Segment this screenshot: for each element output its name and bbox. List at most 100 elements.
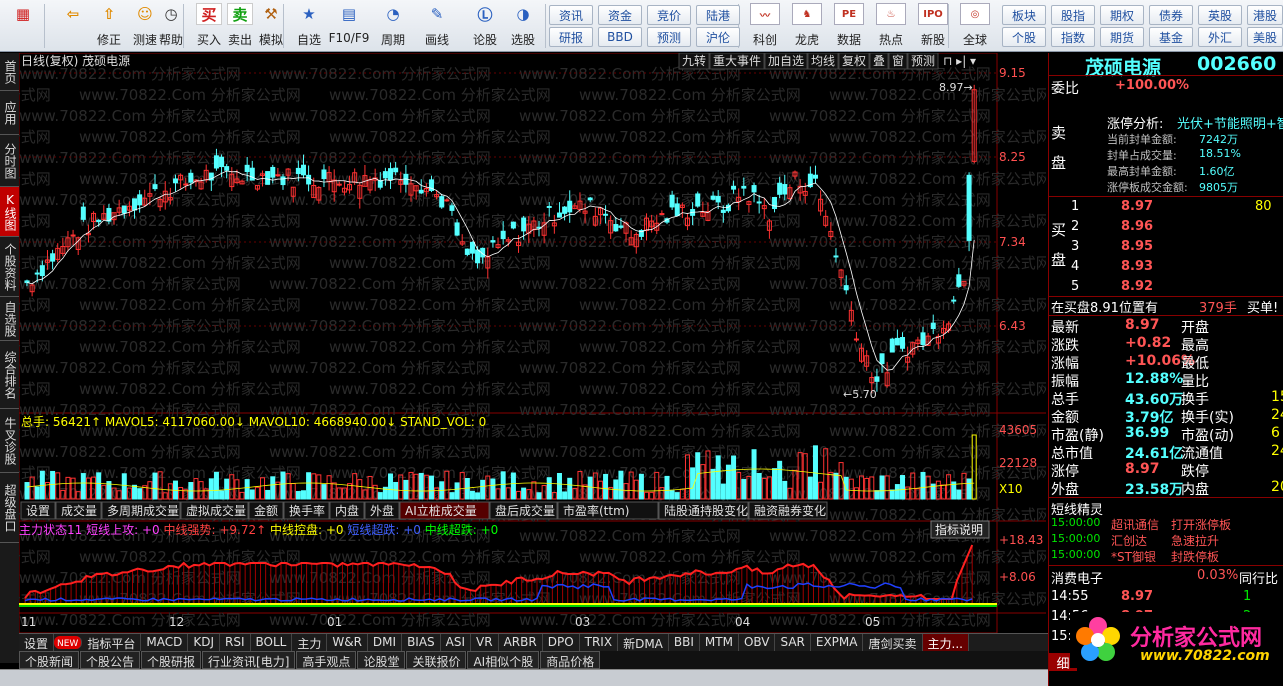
toolbar-btn-数据[interactable]: PE 数据	[830, 3, 868, 49]
chart-btn-重大事件[interactable]: 重大事件	[709, 52, 765, 70]
vol-tab-多周期成交量[interactable]: 多周期成交量	[101, 501, 181, 520]
chart-btn-均线[interactable]: 均线	[807, 52, 839, 70]
toolbar-btn-周期[interactable]: ◔ 周期	[375, 3, 411, 49]
nav-超级盘口[interactable]: 超级盘口	[0, 473, 19, 543]
info-tab-个股公告[interactable]: 个股公告	[80, 651, 141, 669]
nav-综合排名[interactable]: 综合排名	[0, 341, 19, 409]
indicator-tab-VR[interactable]: VR	[471, 634, 499, 652]
indicator-tab-EXPMA[interactable]: EXPMA	[811, 634, 864, 652]
indicator-tab-BOLL[interactable]: BOLL	[251, 634, 293, 652]
toolbar-btn-选股[interactable]: ◑ 选股	[505, 3, 541, 49]
info-tab-商品价格[interactable]: 商品价格	[540, 651, 601, 669]
quick-btn[interactable]: 外汇	[1198, 27, 1242, 47]
quick-btn[interactable]: 美股	[1247, 27, 1283, 47]
indicator-tab-SAR[interactable]: SAR	[775, 634, 811, 652]
toolbar-btn-全球[interactable]: ◎ 全球	[956, 3, 994, 49]
quick-btn[interactable]: 竞价	[647, 5, 691, 25]
quick-btn[interactable]: 英股	[1198, 5, 1242, 25]
info-tab-个股新闻[interactable]: 个股新闻	[19, 651, 80, 669]
quick-btn[interactable]: 期货	[1100, 27, 1144, 47]
quick-btn[interactable]: 债券	[1149, 5, 1193, 25]
quick-btn[interactable]: 个股	[1002, 27, 1046, 47]
info-tab-论股堂[interactable]: 论股堂	[357, 651, 406, 669]
quick-btn[interactable]: 指数	[1051, 27, 1095, 47]
info-tab-个股研报[interactable]: 个股研报	[141, 651, 202, 669]
info-tab-行业资讯[电力][interactable]: 行业资讯[电力]	[202, 651, 296, 669]
indicator-tab-TRIX[interactable]: TRIX	[580, 634, 619, 652]
kline-chart-svg[interactable]: www.70822.Com 分析家公式网 www.70822.Com 分析家公式网…	[0, 52, 1051, 634]
indicator-tab-主力...[interactable]: 主力...	[922, 634, 969, 652]
indicator-tab-主力[interactable]: 主力	[292, 634, 328, 652]
indicator-tab-RSI[interactable]: RSI	[220, 634, 251, 652]
vol-tab-外盘[interactable]: 外盘	[364, 501, 400, 520]
indicator-help-button[interactable]: 指标说明	[930, 520, 990, 539]
quick-btn[interactable]: 研报	[549, 27, 593, 47]
quick-btn[interactable]: 板块	[1002, 5, 1046, 25]
quick-btn[interactable]: 期权	[1100, 5, 1144, 25]
indicator-tab-指标平台[interactable]: 指标平台	[82, 634, 142, 652]
toolbar-btn-论股[interactable]: Ⓛ 论股	[467, 3, 503, 49]
nav-K线图[interactable]: K线图	[0, 187, 19, 237]
nav-应用[interactable]: 应用	[0, 91, 19, 135]
quick-btn[interactable]: 股指	[1051, 5, 1095, 25]
toolbar-btn-画线[interactable]: ✎ 画线	[419, 3, 455, 49]
toolbar-btn-科创[interactable]: 〰科创	[746, 3, 784, 49]
nav-牛叉诊股[interactable]: 牛叉诊股	[0, 409, 19, 473]
chart-area[interactable]: www.70822.Com 分析家公式网 www.70822.Com 分析家公式网…	[0, 52, 1051, 634]
indicator-tab-DMI[interactable]: DMI	[368, 634, 403, 652]
vol-tab-AI立桩成交量[interactable]: AI立桩成交量	[399, 501, 490, 520]
vol-tab-陆股通持股变化[interactable]: 陆股通持股变化	[658, 501, 749, 520]
vol-tab-内盘[interactable]: 内盘	[329, 501, 365, 520]
toolbar-btn-自选[interactable]: ★ 自选	[291, 3, 327, 49]
info-tab-高手观点[interactable]: 高手观点	[296, 651, 357, 669]
chart-btn-复权[interactable]: 复权	[838, 52, 870, 70]
indicator-tab-新DMA[interactable]: 新DMA	[618, 634, 669, 652]
nav-首页[interactable]: 首页	[0, 53, 19, 91]
toolbar-btn-新股[interactable]: IPO 新股	[914, 3, 952, 49]
indicator-tab-ARBR[interactable]: ARBR	[499, 634, 543, 652]
indicator-tab-DPO[interactable]: DPO	[543, 634, 580, 652]
indicator-tab-KDJ[interactable]: KDJ	[188, 634, 220, 652]
nav-自选股[interactable]: 自选股	[0, 297, 19, 341]
quick-btn[interactable]: 资金	[598, 5, 642, 25]
chart-btn-叠[interactable]: 叠	[869, 52, 889, 70]
indicator-tab-BIAS[interactable]: BIAS	[402, 634, 441, 652]
chart-btn-窗[interactable]: 窗	[888, 52, 908, 70]
nav-分时图[interactable]: 分时图	[0, 135, 19, 187]
chart-btn-加自选[interactable]: 加自选	[764, 52, 808, 70]
indicator-tab-NEW[interactable]: NEW	[54, 636, 83, 649]
indicator-tab-MTM[interactable]: MTM	[700, 634, 739, 652]
vol-tab-融资融券变化[interactable]: 融资融券变化	[748, 501, 828, 520]
vol-tab-虚拟成交量[interactable]: 虚拟成交量	[180, 501, 249, 520]
toolbar-btn-热点[interactable]: ♨ 热点	[872, 3, 910, 49]
pin-icon[interactable]: ⊓ ▸| ▾	[943, 54, 976, 68]
vol-tab-盘后成交量[interactable]: 盘后成交量	[489, 501, 558, 520]
chart-btn-九转[interactable]: 九转	[678, 52, 710, 70]
vol-tab-设置[interactable]: 设置	[20, 501, 56, 520]
quick-btn[interactable]: 基金	[1149, 27, 1193, 47]
info-tab-关联报价[interactable]: 关联报价	[406, 651, 467, 669]
toolbar-btn-F10/F9[interactable]: ▤ F10/F9	[329, 3, 370, 49]
indicator-tab-ASI[interactable]: ASI	[441, 634, 472, 652]
vol-tab-成交量[interactable]: 成交量	[55, 501, 102, 520]
quick-btn[interactable]: 陆港	[696, 5, 740, 25]
indicator-tab-MACD[interactable]: MACD	[141, 634, 189, 652]
indicator-tab-BBI[interactable]: BBI	[669, 634, 700, 652]
quick-btn[interactable]: 资讯	[549, 5, 593, 25]
vol-tab-换手率[interactable]: 换手率	[283, 501, 330, 520]
nav-个股资料[interactable]: 个股资料	[0, 237, 19, 297]
indicator-tab-OBV[interactable]: OBV	[739, 634, 776, 652]
indicator-tab-设置[interactable]: 设置	[19, 634, 55, 652]
toolbar-btn-back-arrow-icon[interactable]: ⇦	[55, 3, 91, 49]
info-tab-AI相似个股[interactable]: AI相似个股	[467, 651, 540, 669]
indicator-tab-唐剑买卖[interactable]: 唐剑买卖	[863, 634, 923, 652]
quick-btn[interactable]: 沪伦	[696, 27, 740, 47]
vol-tab-市盈率(ttm)[interactable]: 市盈率(ttm)	[557, 501, 659, 520]
toolbar-btn-windows-logo-icon[interactable]: ▦	[5, 3, 41, 49]
quick-btn[interactable]: 预测	[647, 27, 691, 47]
indicator-tab-W&R[interactable]: W&R	[327, 634, 368, 652]
chart-btn-预测[interactable]: 预测	[907, 52, 939, 70]
toolbar-btn-修正[interactable]: ⇧ 修正	[91, 3, 127, 49]
vol-tab-金额[interactable]: 金额	[248, 501, 284, 520]
toolbar-btn-龙虎[interactable]: ♞ 龙虎	[788, 3, 826, 49]
